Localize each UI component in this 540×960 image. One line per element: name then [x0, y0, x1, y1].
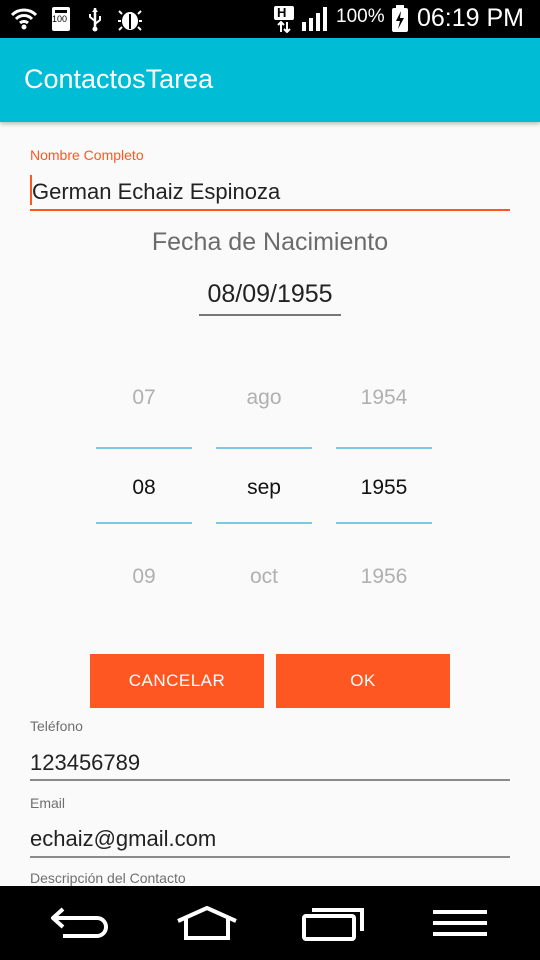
cancel-button[interactable]: CANCELAR	[90, 654, 264, 708]
name-field-underline	[30, 209, 510, 211]
phone-field[interactable]: 123456789	[30, 750, 140, 776]
year-divider-bottom	[336, 522, 432, 524]
month-selected[interactable]: sep	[216, 476, 312, 500]
battery-percent: 100%	[336, 6, 385, 27]
day-prev[interactable]: 07	[96, 386, 192, 410]
menu-icon[interactable]	[426, 900, 494, 946]
day-divider-top	[96, 447, 192, 449]
signal-icon	[300, 5, 330, 33]
month-prev[interactable]: ago	[216, 386, 312, 410]
email-field[interactable]: echaiz@gmail.com	[30, 826, 216, 852]
debug-icon	[116, 5, 144, 33]
date-value[interactable]: 08/09/1955	[199, 280, 341, 309]
email-field-label: Email	[30, 795, 66, 811]
month-next[interactable]: oct	[216, 565, 312, 589]
navigation-bar	[0, 886, 540, 960]
clock: 06:19 PM	[417, 4, 525, 32]
back-icon[interactable]	[46, 900, 116, 946]
date-value-underline	[199, 314, 341, 316]
year-divider-top	[336, 447, 432, 449]
phone-field-underline	[30, 779, 510, 781]
month-divider-top	[216, 447, 312, 449]
date-picker-title: Fecha de Nacimiento	[151, 228, 389, 256]
name-field[interactable]: German Echaiz Espinoza	[32, 179, 280, 205]
recents-icon[interactable]	[298, 900, 368, 946]
wifi-icon	[10, 5, 38, 33]
year-selected[interactable]: 1955	[336, 476, 432, 500]
usb-icon	[86, 5, 104, 33]
name-field-label: Nombre Completo	[30, 147, 144, 163]
ok-button[interactable]: OK	[276, 654, 450, 708]
year-next[interactable]: 1956	[336, 565, 432, 589]
email-field-underline	[30, 856, 510, 858]
notification-badge: 100	[52, 14, 68, 24]
description-field-label: Descripción del Contacto	[30, 870, 186, 886]
day-divider-bottom	[96, 522, 192, 524]
day-selected[interactable]: 08	[96, 476, 192, 500]
month-divider-bottom	[216, 522, 312, 524]
year-prev[interactable]: 1954	[336, 386, 432, 410]
status-bar: 100 H 100% 06:19 PM	[0, 0, 540, 38]
network-type-label: H	[277, 5, 287, 20]
phone-field-label: Teléfono	[30, 718, 83, 734]
app-bar: ContactosTarea	[0, 38, 540, 122]
battery-charging-icon	[390, 5, 410, 33]
day-next[interactable]: 09	[96, 565, 192, 589]
app-title: ContactosTarea	[24, 64, 214, 94]
home-icon[interactable]	[172, 900, 242, 946]
